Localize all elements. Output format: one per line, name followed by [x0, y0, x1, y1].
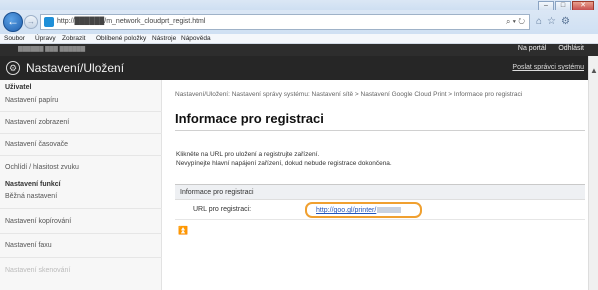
highlight-outline: http://goo.gl/printer/	[305, 202, 422, 218]
search-refresh-icons[interactable]: ⌕ ▾ ↻	[506, 17, 525, 27]
menu-favorites[interactable]: Oblíbené položky	[96, 35, 146, 42]
menu-help[interactable]: Nápověda	[181, 35, 211, 42]
address-bar[interactable]: http://██████/m_network_cloudprt_regist.…	[40, 14, 530, 30]
sidebar-item-copy[interactable]: Nastavení kopírování	[5, 218, 71, 225]
menu-file[interactable]: Soubor	[4, 35, 25, 42]
star-icon[interactable]: ☆	[547, 16, 561, 27]
top-arrow-icon[interactable]: ⏫	[178, 226, 188, 235]
sidebar-item-common[interactable]: Běžná nastavení	[5, 193, 57, 200]
back-arrow-icon[interactable]: ←	[3, 12, 23, 32]
sidebar-section-user: Uživatel	[5, 84, 32, 91]
vertical-scrollbar[interactable]: ▲	[588, 56, 598, 290]
scroll-up-icon[interactable]: ▲	[590, 66, 598, 75]
sidebar-section-functions: Nastavení funkcí	[5, 181, 61, 188]
sidebar-item-display[interactable]: Nastavení zobrazení	[5, 119, 69, 126]
page-header: ⚙ Nastavení/Uložení Poslat správci systé…	[0, 56, 598, 80]
settings-circle-icon: ⚙	[6, 61, 20, 75]
divider	[0, 208, 162, 209]
forward-arrow-icon[interactable]: →	[24, 15, 38, 29]
registration-url-text[interactable]: http://goo.gl/printer/	[316, 207, 376, 214]
menu-tools[interactable]: Nástroje	[152, 35, 176, 42]
address-toolbar: ← → http://██████/m_network_cloudprt_reg…	[0, 10, 598, 34]
warning-text: Nevypínejte hlavní napájení zařízení, do…	[176, 160, 392, 167]
page-icon	[44, 17, 54, 27]
sidebar-item-fax[interactable]: Nastavení faxu	[5, 242, 52, 249]
device-model: ██████ ███ ██████	[18, 46, 86, 52]
divider	[0, 111, 162, 112]
url-text[interactable]: http://██████/m_network_cloudprt_regist.…	[57, 18, 205, 25]
sidebar-item-scan[interactable]: Nastavení skenování	[5, 267, 70, 274]
breadcrumb: Nastavení/Uložení: Nastavení správy syst…	[175, 91, 523, 98]
logout-link[interactable]: Odhlásit	[558, 45, 584, 52]
divider	[0, 155, 162, 156]
top-links: Na portál Odhlásit	[506, 45, 584, 52]
sidebar-item-timer[interactable]: Nastavení časovače	[5, 141, 68, 148]
menu-edit[interactable]: Úpravy	[35, 35, 56, 42]
device-top-strip: ██████ ███ ██████ Na portál Odhlásit	[0, 44, 598, 56]
sidebar-item-paper[interactable]: Nastavení papíru	[5, 97, 58, 104]
sidebar: Uživatel Nastavení papíru Nastavení zobr…	[0, 80, 162, 290]
instruction-text: Klikněte na URL pro uložení a registrujt…	[176, 151, 320, 158]
sidebar-item-sound[interactable]: Ochlídí / hlasitost zvuku	[5, 164, 79, 171]
admin-mail-link[interactable]: Poslat správci systému	[512, 64, 584, 71]
registration-url-label: URL pro registraci:	[193, 206, 252, 213]
portal-link[interactable]: Na portál	[518, 45, 546, 52]
browser-toolbar-icons: ⌂☆⚙	[536, 16, 575, 27]
page-title: Informace pro registraci	[175, 111, 324, 126]
divider	[0, 133, 162, 134]
title-divider	[175, 130, 585, 131]
home-icon[interactable]: ⌂	[536, 16, 547, 27]
registration-info-table: Informace pro registraci URL pro registr…	[175, 184, 585, 220]
redacted-id	[377, 207, 402, 214]
gear-icon[interactable]: ⚙	[561, 16, 575, 27]
registration-url-link[interactable]: http://goo.gl/printer/	[316, 207, 402, 214]
divider	[0, 233, 162, 234]
divider	[0, 257, 162, 258]
menu-bar: Soubor Úpravy Zobrazit Oblíbené položky …	[0, 34, 598, 44]
table-row: URL pro registraci: http://goo.gl/printe…	[175, 200, 585, 220]
menu-view[interactable]: Zobrazit	[62, 35, 85, 42]
table-header: Informace pro registraci	[175, 184, 585, 200]
header-title: Nastavení/Uložení	[26, 61, 125, 75]
